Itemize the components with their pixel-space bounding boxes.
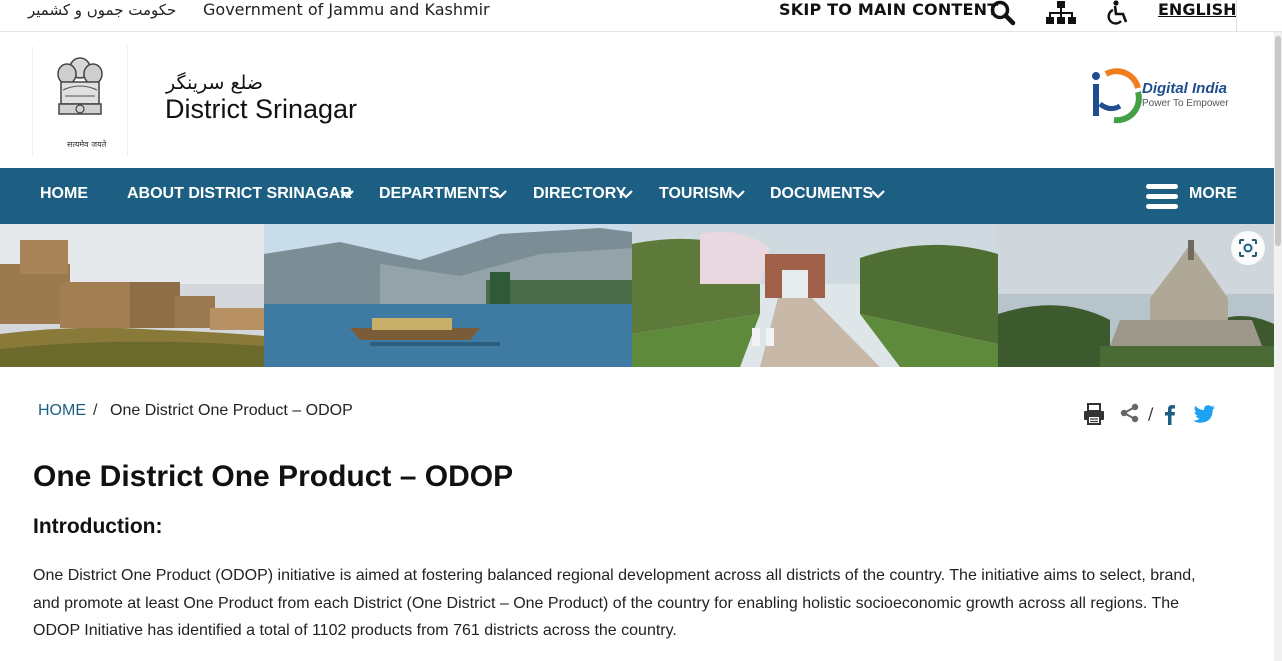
search-icon[interactable] <box>988 0 1018 26</box>
main-navigation: HOME ABOUT DISTRICT SRINAGAR DEPARTMENTS… <box>0 168 1274 224</box>
nav-documents[interactable]: DOCUMENTS <box>770 185 873 203</box>
site-header: सत्यमेव जयते ضلع سرینگر District Srinaga… <box>0 32 1282 168</box>
intro-paragraph: One District One Product (ODOP) initiati… <box>33 567 1196 639</box>
site-title[interactable]: District Srinagar <box>165 94 357 125</box>
share-separator: / <box>1148 404 1154 423</box>
chevron-down-icon[interactable] <box>871 186 885 200</box>
site-name-urdu: ضلع سرینگر <box>166 72 263 94</box>
twitter-icon[interactable] <box>1192 402 1216 426</box>
page-title: One District One Product – ODOP <box>33 460 514 493</box>
digital-india-title: Digital India <box>1142 80 1228 97</box>
nav-home[interactable]: HOME <box>40 185 88 203</box>
nav-directory[interactable]: DIRECTORY <box>533 185 626 203</box>
chevron-down-icon[interactable] <box>619 186 633 200</box>
emblem-logo[interactable]: सत्यमेव जयते <box>32 46 128 156</box>
chevron-down-icon[interactable] <box>340 186 354 200</box>
scrollbar-thumb[interactable] <box>1275 36 1281 246</box>
nav-tourism[interactable]: TOURISM <box>659 185 732 203</box>
emblem-caption: सत्यमेव जयते <box>67 140 107 149</box>
accessibility-icon[interactable] <box>1104 0 1134 26</box>
sitemap-icon[interactable] <box>1046 0 1076 26</box>
nav-more[interactable]: MORE <box>1189 185 1237 203</box>
language-link[interactable]: ENGLISH <box>1158 0 1237 19</box>
banner-image <box>0 224 1274 367</box>
skip-to-content-link[interactable]: SKIP TO MAIN CONTENT <box>779 0 998 19</box>
hamburger-menu-icon[interactable] <box>1146 183 1178 211</box>
section-heading: Introduction: <box>33 515 163 538</box>
digital-india-tagline: Power To Empower <box>1142 98 1229 109</box>
chevron-down-icon[interactable] <box>493 186 507 200</box>
top-utility-bar: حکومت جموں و کشمیر Government of Jammu a… <box>0 0 1282 32</box>
nav-about[interactable]: ABOUT DISTRICT SRINAGAR <box>127 185 352 203</box>
share-icon[interactable] <box>1118 402 1142 426</box>
breadcrumb-separator: / <box>93 402 98 419</box>
facebook-icon[interactable] <box>1158 402 1182 426</box>
print-icon[interactable] <box>1082 402 1106 426</box>
divider <box>1236 0 1237 32</box>
gov-name-urdu: حکومت جموں و کشمیر <box>28 1 177 19</box>
breadcrumb-home[interactable]: HOME <box>38 402 86 420</box>
visual-search-icon[interactable] <box>1231 231 1265 265</box>
nav-departments[interactable]: DEPARTMENTS <box>379 185 500 203</box>
gov-name: Government of Jammu and Kashmir <box>203 0 490 19</box>
chevron-down-icon[interactable] <box>731 186 745 200</box>
breadcrumb-current: One District One Product – ODOP <box>110 402 353 419</box>
